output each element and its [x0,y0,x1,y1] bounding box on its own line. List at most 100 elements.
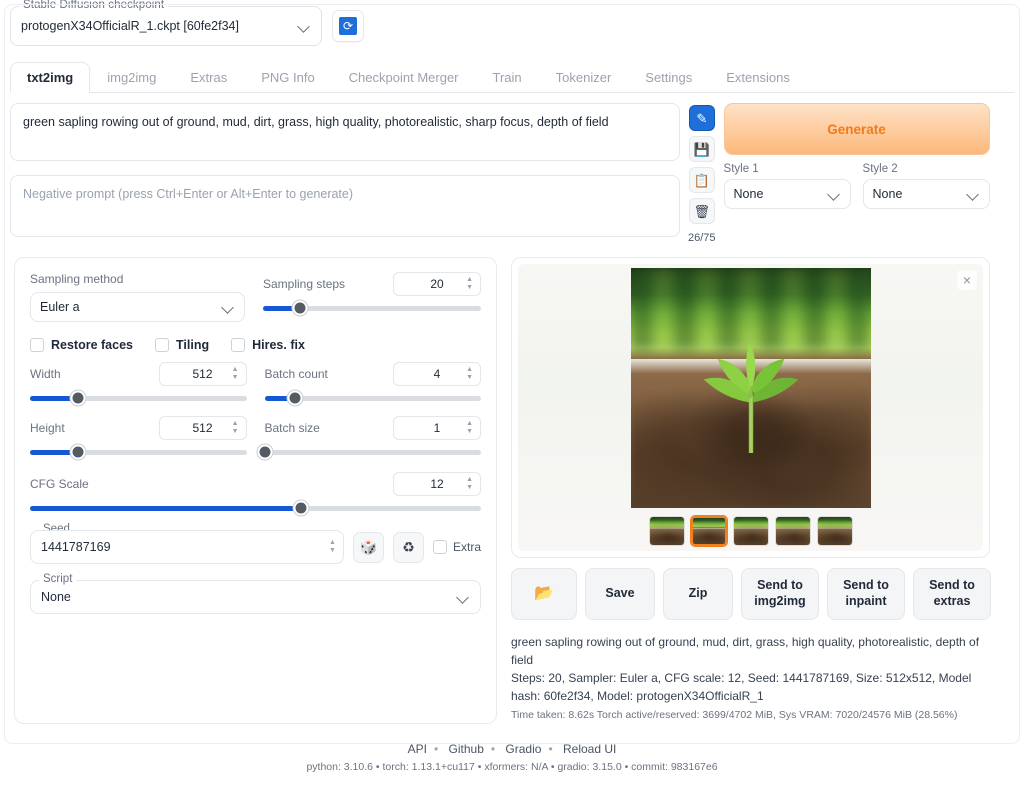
chevron-down-icon [456,590,470,604]
tab-checkpoint-merger[interactable]: Checkpoint Merger [332,62,476,93]
batch-size-value: 1 [434,421,441,435]
size-batch-row: Width 512 ▲▼ Height [30,362,481,460]
cfg-scale-number[interactable]: 12 ▲▼ [393,472,481,496]
thumbnail-1[interactable] [691,516,727,546]
height-number[interactable]: 512 ▲▼ [159,416,247,440]
batch-count-number[interactable]: 4 ▲▼ [393,362,481,386]
thumbnail-3[interactable] [775,516,811,546]
batch-count-label: Batch count [265,367,328,381]
close-icon[interactable]: × [957,270,977,290]
footer-link-gradio[interactable]: Gradio [505,742,541,756]
stepper-icon[interactable]: ▲▼ [466,277,473,291]
prompt-row: green sapling rowing out of ground, mud,… [0,93,1024,251]
thumbnail-strip [649,516,853,546]
hires-fix-checkbox[interactable]: Hires. fix [231,338,305,352]
script-value: None [41,590,456,604]
dice-icon[interactable]: 🎲 [353,532,384,563]
size-column: Width 512 ▲▼ Height [30,362,247,460]
tab-txt2img[interactable]: txt2img [10,62,90,93]
slider-thumb[interactable] [70,445,85,460]
stepper-icon[interactable]: ▲▼ [329,540,336,554]
open-folder-button[interactable]: 📂 [511,568,577,620]
recycle-icon[interactable]: ♻ [393,532,424,563]
width-number[interactable]: 512 ▲▼ [159,362,247,386]
cfg-scale-label: CFG Scale [30,477,89,491]
generate-column: Generate Style 1 None Style 2 None [724,103,1014,251]
sampling-steps-label: Sampling steps [263,277,345,291]
stepper-icon[interactable]: ▲▼ [466,367,473,381]
style-2-select[interactable]: None [863,179,990,209]
paintbrush-icon[interactable]: ✎ [689,105,715,131]
tab-img2img[interactable]: img2img [90,62,173,93]
stepper-icon[interactable]: ▲▼ [466,477,473,491]
stepper-icon[interactable]: ▲▼ [232,421,239,435]
seed-input[interactable]: 1441787169 ▲▼ [30,530,344,564]
width-label: Width [30,367,61,381]
slider-thumb[interactable] [293,501,308,516]
clipboard-icon[interactable]: 📋 [689,167,715,193]
trash-icon[interactable]: 🗑 [689,198,715,224]
cfg-scale-value: 12 [430,477,443,491]
cfg-scale-slider[interactable] [30,500,481,516]
save-button[interactable]: Save [585,568,655,620]
style-1-select[interactable]: None [724,179,851,209]
batch-count-slider[interactable] [265,390,482,406]
tab-extensions[interactable]: Extensions [709,62,807,93]
chevron-down-icon [966,187,980,201]
tab-tokenizer[interactable]: Tokenizer [539,62,629,93]
tiling-checkbox[interactable]: Tiling [155,338,209,352]
width-slider[interactable] [30,390,247,406]
slider-thumb[interactable] [293,301,308,316]
checkbox-icon [433,540,447,554]
thumbnail-0[interactable] [649,516,685,546]
footer-link-github[interactable]: Github [449,742,484,756]
height-slider[interactable] [30,444,247,460]
footer-link-reload-ui[interactable]: Reload UI [563,742,616,756]
zip-button[interactable]: Zip [663,568,733,620]
sampling-method-select[interactable]: Euler a [30,292,245,322]
toggles-row: Restore faces Tiling Hires. fix [30,338,481,352]
main-tabs: txt2img img2img Extras PNG Info Checkpoi… [10,60,1014,93]
style-2-label: Style 2 [863,163,990,175]
restore-faces-checkbox[interactable]: Restore faces [30,338,133,352]
sampling-steps-slider[interactable] [263,300,481,316]
slider-track [30,506,481,511]
send-to-extras-button[interactable]: Send to extras [913,568,991,620]
image-action-buttons: 📂 Save Zip Send to img2img Send to inpai… [511,568,991,620]
slider-track [265,396,482,401]
slider-thumb[interactable] [70,391,85,406]
footer-link-api[interactable]: API [408,742,427,756]
extra-seed-checkbox[interactable]: Extra [433,540,481,554]
seed-value: 1441787169 [41,540,333,554]
script-select[interactable]: None [30,580,481,614]
prompt-input[interactable]: green sapling rowing out of ground, mud,… [10,103,680,161]
tab-extras[interactable]: Extras [173,62,244,93]
height-value: 512 [192,421,212,435]
slider-thumb[interactable] [287,391,302,406]
generated-image[interactable] [631,268,871,508]
tab-settings[interactable]: Settings [628,62,709,93]
sampling-steps-number[interactable]: 20 ▲▼ [393,272,481,296]
prompt-tool-buttons: ✎ 💾 📋 🗑 26/75 [688,103,716,251]
tab-png-info[interactable]: PNG Info [244,62,331,93]
chevron-down-icon [297,19,311,33]
footer-versions: python: 3.10.6 • torch: 1.13.1+cu117 • x… [0,761,1024,773]
thumbnail-4[interactable] [817,516,853,546]
thumbnail-2[interactable] [733,516,769,546]
tab-train[interactable]: Train [476,62,539,93]
stepper-icon[interactable]: ▲▼ [232,367,239,381]
chevron-down-icon [221,300,235,314]
footer: API• Github• Gradio• Reload UI python: 3… [0,742,1024,773]
send-to-inpaint-button[interactable]: Send to inpaint [827,568,905,620]
refresh-checkpoints-button[interactable]: ⟳ [332,10,364,42]
checkpoint-dropdown[interactable]: Stable Diffusion checkpoint protogenX34O… [10,6,322,46]
batch-size-number[interactable]: 1 ▲▼ [393,416,481,440]
slider-thumb[interactable] [257,445,272,460]
batch-size-slider[interactable] [265,444,482,460]
save-style-icon[interactable]: 💾 [689,136,715,162]
negative-prompt-input[interactable]: Negative prompt (press Ctrl+Enter or Alt… [10,175,680,237]
checkbox-icon [30,338,44,352]
stepper-icon[interactable]: ▲▼ [466,421,473,435]
send-to-img2img-button[interactable]: Send to img2img [741,568,819,620]
generate-button[interactable]: Generate [724,103,990,155]
